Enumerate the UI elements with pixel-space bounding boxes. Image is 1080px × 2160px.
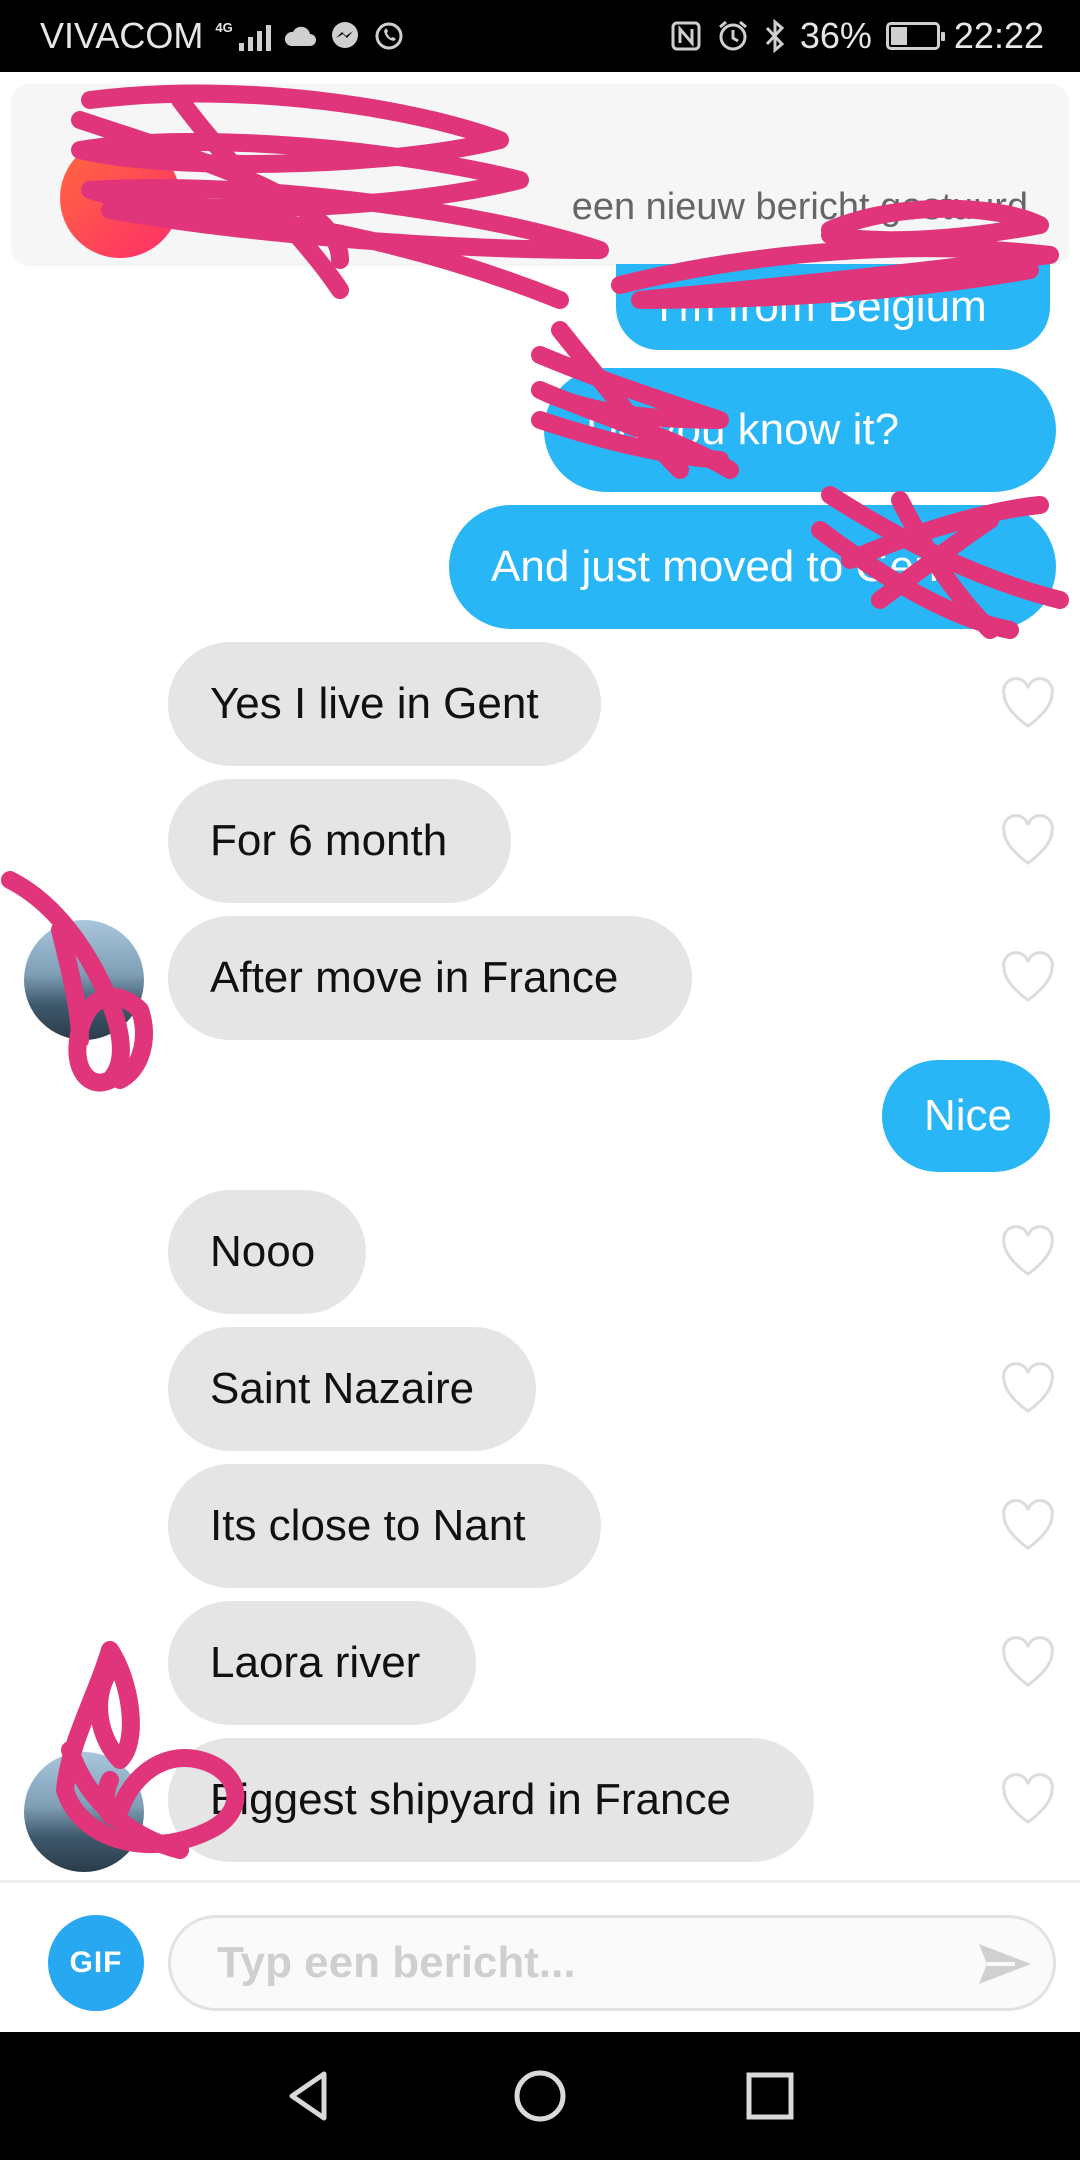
message-text: Yes I live in Gent <box>210 679 539 728</box>
message-input-placeholder: Typ een bericht... <box>217 1938 576 1987</box>
app-icon <box>60 138 180 258</box>
messenger-icon <box>331 22 358 48</box>
notification-text: een nieuw bericht gestuurd <box>571 186 1028 228</box>
battery-icon <box>885 22 945 50</box>
status-bar: VIVACOM 4G 36% 22:22 <box>0 0 1080 72</box>
navigation-bar <box>0 2032 1080 2160</box>
message-text: And just moved to Gent <box>491 542 951 591</box>
message-bubble[interactable]: Its close to Nant <box>168 1464 601 1588</box>
clock: 22:22 <box>953 15 1044 56</box>
message-bubble[interactable]: Biggest shipyard in France <box>168 1738 814 1862</box>
home-icon[interactable] <box>510 2066 570 2126</box>
contact-avatar[interactable] <box>24 1752 144 1872</box>
cloud-icon <box>284 26 316 46</box>
whatsapp-icon <box>375 22 403 50</box>
message-bubble[interactable]: Saint Nazaire <box>168 1327 536 1451</box>
message-input[interactable]: Typ een bericht... <box>168 1915 1056 2011</box>
message-text: I'm from Belgium <box>658 282 987 331</box>
message-text: Saint Nazaire <box>210 1364 475 1413</box>
network-type: 4G <box>215 20 233 35</box>
bluetooth-icon <box>765 19 785 53</box>
message-bubble[interactable]: Laora river <box>168 1601 476 1725</box>
message-text: Biggest shipyard in France <box>210 1775 731 1824</box>
like-heart-icon[interactable] <box>1000 1635 1056 1691</box>
carrier-name: VIVACOM <box>40 15 204 56</box>
message-text: Laora river <box>210 1638 421 1687</box>
like-heart-icon[interactable] <box>1000 676 1056 732</box>
battery-percent: 36% <box>799 15 872 56</box>
chat-thread[interactable]: I'm from Belgium Do you know it? And jus… <box>0 264 1080 1880</box>
message-bubble[interactable]: After move in France <box>168 916 692 1040</box>
send-icon[interactable] <box>975 1936 1035 1992</box>
message-text: Nooo <box>210 1227 316 1276</box>
like-heart-icon[interactable] <box>1000 1498 1056 1554</box>
message-text: For 6 month <box>210 816 448 865</box>
message-bubble[interactable]: Nooo <box>168 1190 366 1314</box>
gif-button[interactable]: GIF <box>48 1915 144 2011</box>
message-text: After move in France <box>210 953 619 1002</box>
nfc-icon <box>671 21 701 51</box>
recents-icon[interactable] <box>740 2066 800 2126</box>
contact-avatar[interactable] <box>24 920 144 1040</box>
message-text: Nice <box>924 1091 1013 1140</box>
message-bubble[interactable]: Yes I live in Gent <box>168 642 601 766</box>
like-heart-icon[interactable] <box>1000 1361 1056 1417</box>
like-heart-icon[interactable] <box>1000 1224 1056 1280</box>
alarm-icon <box>718 20 747 51</box>
message-bubble[interactable]: Nice <box>882 1060 1050 1172</box>
like-heart-icon[interactable] <box>1000 813 1056 869</box>
message-bubble[interactable]: For 6 month <box>168 779 511 903</box>
message-text: Do you know it? <box>586 405 900 454</box>
message-text: Its close to Nant <box>210 1501 526 1550</box>
back-icon[interactable] <box>278 2066 338 2126</box>
like-heart-icon[interactable] <box>1000 950 1056 1006</box>
message-bubble[interactable]: And just moved to Gent <box>449 505 1056 629</box>
notification-banner[interactable]: een nieuw bericht gestuurd <box>12 84 1068 264</box>
composer-bar: GIF Typ een bericht... <box>0 1880 1080 2032</box>
like-heart-icon[interactable] <box>1000 1772 1056 1828</box>
message-bubble[interactable]: Do you know it? <box>544 368 1056 492</box>
signal-icon: 4G <box>215 20 271 51</box>
message-bubble[interactable]: I'm from Belgium <box>616 264 1050 350</box>
